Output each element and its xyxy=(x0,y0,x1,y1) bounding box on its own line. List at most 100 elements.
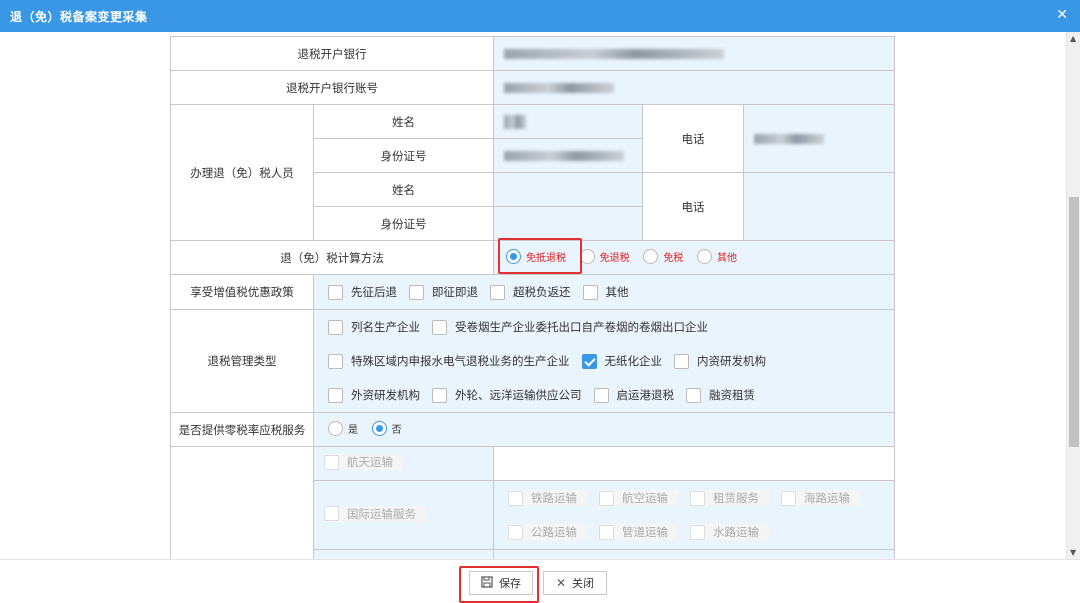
checkbox-icon xyxy=(328,284,343,300)
radio-icon xyxy=(328,420,343,436)
checkbox-vat-policy-0[interactable]: 先征后退 xyxy=(328,284,397,300)
checkbox-icon xyxy=(324,454,339,470)
radio-icon xyxy=(643,248,659,264)
checkbox-vat-policy-3[interactable]: 其他 xyxy=(582,284,629,300)
checkbox-mgmt-type-1-0[interactable]: 列名生产企业 xyxy=(328,319,420,335)
service-type-label-cell xyxy=(170,446,314,559)
checkbox-icon xyxy=(686,387,701,403)
checkbox-icon xyxy=(328,387,343,403)
bank-value[interactable] xyxy=(493,36,895,71)
checkbox-mgmt-type-3-2[interactable]: 启运港退税 xyxy=(593,387,674,403)
transport-options: 铁路运输 航空运输 租赁服务 海路运输 公路运输 管道运输 水路运输 xyxy=(493,480,895,550)
save-icon xyxy=(481,575,493,591)
close-button[interactable]: ✕ 关闭 xyxy=(543,571,607,595)
zero-rate-options: 是 否 xyxy=(313,412,895,447)
name-value-1[interactable] xyxy=(493,104,643,139)
name-label-2: 姓名 xyxy=(313,172,494,207)
checkbox-mgmt-type-3-1[interactable]: 外轮、远洋运输供应公司 xyxy=(432,387,582,403)
checkbox-icon xyxy=(328,319,343,335)
radio-calc-method-0[interactable]: 免抵退税 xyxy=(506,248,566,264)
vertical-scrollbar[interactable]: ▲ ▼ xyxy=(1066,32,1080,559)
mgmt-type-options: 列名生产企业 受卷烟生产企业委托出口自产卷烟的卷烟出口企业 特殊区域内申报水电气… xyxy=(313,309,895,413)
checkbox-checked-icon xyxy=(581,353,597,369)
calc-method-label: 退（免）税计算方法 xyxy=(170,240,494,275)
checkbox-mgmt-type-2-0[interactable]: 特殊区域内申报水电气退税业务的生产企业 xyxy=(328,353,570,369)
checkbox-icon xyxy=(781,490,796,506)
checkbox-aerospace[interactable]: 航天运输 xyxy=(324,454,403,471)
aerospace-cell: 航天运输 xyxy=(313,446,494,481)
mgmt-type-label: 退税管理类型 xyxy=(170,309,314,413)
radio-zero-rate-no[interactable]: 否 xyxy=(371,420,402,436)
id-label-1: 身份证号 xyxy=(313,138,494,173)
close-x-icon: ✕ xyxy=(555,576,567,590)
save-button[interactable]: 保存 xyxy=(469,571,533,595)
checkbox-icon xyxy=(432,319,447,335)
id-value-2[interactable] xyxy=(493,206,643,241)
radio-calc-method-3[interactable]: 其他 xyxy=(696,248,737,264)
checkbox-mgmt-type-2-2[interactable]: 内资研发机构 xyxy=(674,353,766,369)
radio-icon xyxy=(696,248,712,264)
checkbox-mgmt-type-3-0[interactable]: 外资研发机构 xyxy=(328,387,420,403)
radio-calc-method-1[interactable]: 免退税 xyxy=(579,248,630,264)
checkbox-transport-1-0[interactable]: 铁路运输 xyxy=(508,490,587,506)
close-icon[interactable]: ✕ xyxy=(1056,7,1068,23)
checkbox-icon xyxy=(674,353,689,369)
checkbox-icon xyxy=(508,524,523,540)
checkbox-icon xyxy=(599,524,614,540)
bank-account-value[interactable] xyxy=(493,70,895,105)
checkbox-mgmt-type-3-3[interactable]: 融资租赁 xyxy=(686,387,755,403)
checkbox-icon xyxy=(582,284,598,300)
scroll-up-icon[interactable]: ▲ xyxy=(1070,34,1076,43)
bank-account-label: 退税开户银行账号 xyxy=(170,70,494,105)
radio-zero-rate-yes[interactable]: 是 xyxy=(328,420,358,436)
form-scroll-area[interactable]: 退税开户银行 退税开户银行账号 办理退（免）税人员 姓名 电话 身份证号 姓名 … xyxy=(0,32,1066,559)
id-value-1[interactable] xyxy=(493,138,643,173)
scrollbar-thumb[interactable] xyxy=(1069,197,1079,447)
checkbox-icon xyxy=(490,284,505,300)
checkbox-icon xyxy=(328,353,343,369)
scroll-down-icon[interactable]: ▼ xyxy=(1070,548,1076,557)
checkbox-icon xyxy=(690,490,705,506)
agent-label: 办理退（免）税人员 xyxy=(170,104,314,241)
bank-label: 退税开户银行 xyxy=(170,36,494,71)
checkbox-transport-2-0[interactable]: 公路运输 xyxy=(508,524,587,540)
dialog-footer: 保存 ✕ 关闭 xyxy=(0,559,1080,603)
checkbox-icon xyxy=(432,387,447,403)
checkbox-transport-2-1[interactable]: 管道运输 xyxy=(599,524,678,540)
checkbox-icon xyxy=(409,284,424,300)
aerospace-detail-cell xyxy=(493,446,895,481)
radio-checked-icon xyxy=(371,420,387,436)
phone-label-2: 电话 xyxy=(642,172,744,241)
checkbox-intl-transport[interactable]: 国际运输服务 xyxy=(324,505,426,522)
checkbox-mgmt-type-1-1[interactable]: 受卷烟生产企业委托出口自产卷烟的卷烟出口企业 xyxy=(432,319,708,335)
calc-method-options: 免抵退税 免退税 免税 其他 xyxy=(493,240,895,275)
checkbox-mgmt-type-2-1[interactable]: 无纸化企业 xyxy=(581,353,662,369)
phone-value-1[interactable] xyxy=(743,104,895,173)
checkbox-icon xyxy=(324,506,339,522)
checkbox-icon xyxy=(508,490,523,506)
dialog-titlebar: 退（免）税备案变更采集 ✕ xyxy=(0,0,1080,32)
checkbox-transport-1-3[interactable]: 海路运输 xyxy=(781,490,860,506)
zero-rate-label: 是否提供零税率应税服务 xyxy=(170,412,314,447)
dialog-title: 退（免）税备案变更采集 xyxy=(10,10,148,24)
filing-form-table: 退税开户银行 退税开户银行账号 办理退（免）税人员 姓名 电话 身份证号 姓名 … xyxy=(170,36,895,559)
checkbox-vat-policy-2[interactable]: 超税负返还 xyxy=(490,284,571,300)
id-label-2: 身份证号 xyxy=(313,206,494,241)
phone-label-1: 电话 xyxy=(642,104,744,173)
intl-transport-cell: 国际运输服务 xyxy=(313,480,494,550)
partial-row-detail xyxy=(493,549,895,559)
radio-checked-icon xyxy=(506,248,521,264)
radio-calc-method-2[interactable]: 免税 xyxy=(643,248,683,264)
checkbox-transport-1-2[interactable]: 租赁服务 xyxy=(690,490,769,506)
checkbox-icon xyxy=(593,387,609,403)
checkbox-transport-2-2[interactable]: 水路运输 xyxy=(690,524,769,540)
phone-value-2[interactable] xyxy=(743,172,895,241)
name-label-1: 姓名 xyxy=(313,104,494,139)
checkbox-icon xyxy=(690,524,705,540)
checkbox-transport-1-1[interactable]: 航空运输 xyxy=(599,490,678,506)
radio-icon xyxy=(579,248,595,264)
checkbox-icon xyxy=(599,490,614,506)
name-value-2[interactable] xyxy=(493,172,643,207)
vat-policy-label: 享受增值税优惠政策 xyxy=(170,274,314,310)
checkbox-vat-policy-1[interactable]: 即征即退 xyxy=(409,284,478,300)
